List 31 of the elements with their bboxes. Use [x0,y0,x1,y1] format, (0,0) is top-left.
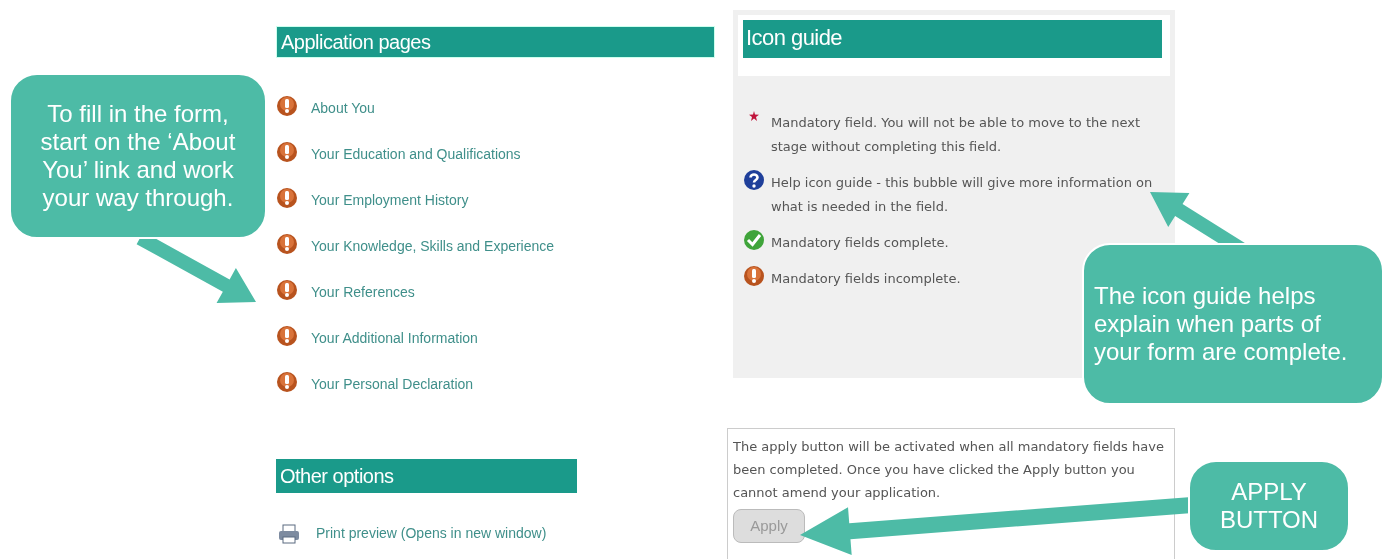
page-link[interactable]: About You [311,99,375,117]
warning-icon [276,233,298,255]
asterisk-icon [749,111,759,121]
warning-icon [276,141,298,163]
page-link[interactable]: Your References [311,283,415,301]
warning-icon [276,325,298,347]
section-header: Application pages [276,26,715,58]
callout-bubble: To fill in the form, start on the ‘About You’ link and work your way through. [9,73,267,239]
page-link[interactable]: Your Personal Declaration [311,375,474,393]
warning-icon [276,371,298,393]
warning-icon [276,187,298,209]
section-header: Icon guide [743,20,1162,58]
callout-bubble: APPLY BUTTON [1188,460,1350,552]
printer-icon [278,523,300,544]
guide-text: Mandatory fields incomplete. [771,270,961,288]
guide-text: Mandatory field. You will not be able to move to the next stage without completing this field. [771,114,1142,156]
guide-text: Mandatory fields complete. [771,234,949,252]
guide-text: Help icon guide - this bubble will give more information on what is needed in the field. [771,174,1154,216]
warning-icon [276,279,298,301]
page-link[interactable]: Your Knowledge, Skills and Experience [311,237,555,255]
section-header: Other options [276,459,577,493]
apply-note: The apply button will be activated when all mandatory fields have been completed. Once you have clicked the Apply button you cannot amend your application. [733,438,1165,502]
callout-bubble: The icon guide helps explain when parts of your form are complete. [1082,243,1384,405]
warning-icon [276,95,298,117]
page-link[interactable]: Your Employment History [311,191,469,209]
print-preview-link[interactable]: Print preview (Opens in new window) [316,523,547,544]
warning-icon [743,265,765,287]
page-link[interactable]: Your Education and Qualifications [311,145,521,163]
check-icon [743,229,765,251]
page-link[interactable]: Your Additional Information [311,329,478,347]
help-icon [743,169,765,191]
